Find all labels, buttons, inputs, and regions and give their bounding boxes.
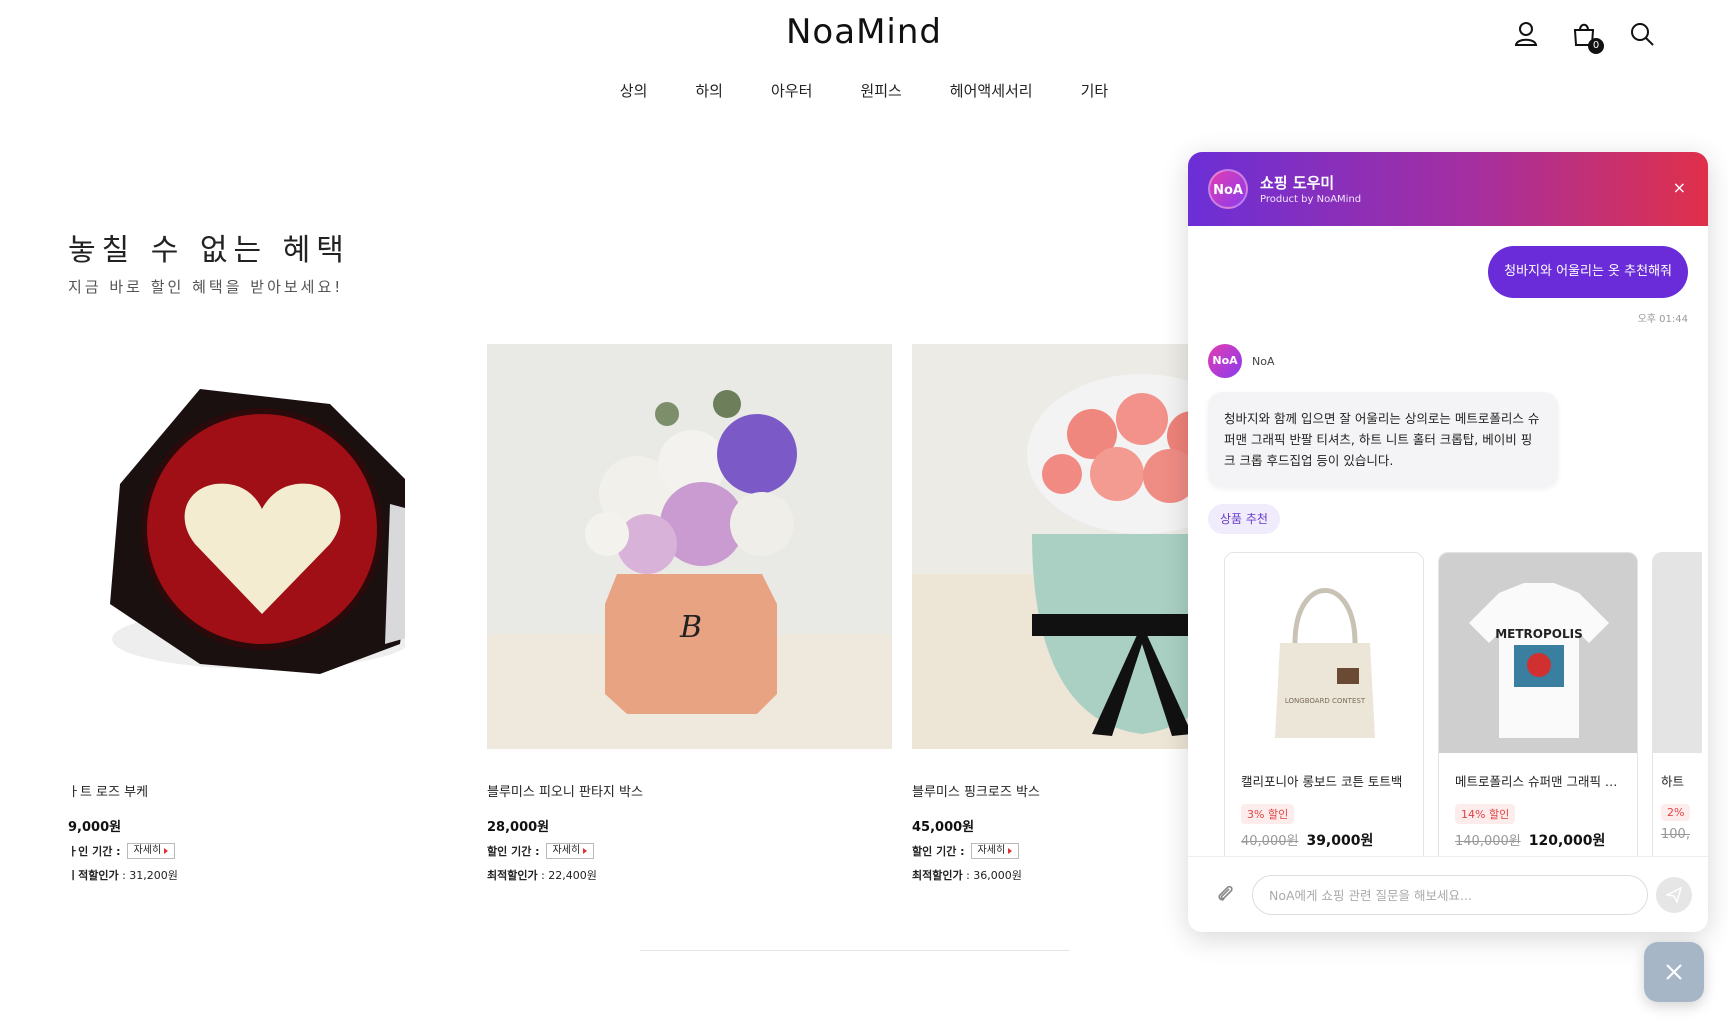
detail-button-label: 자세히: [977, 845, 1006, 856]
nav-item-bottoms[interactable]: 하의: [671, 80, 747, 101]
discount-period-label: 할인 기간 :: [487, 845, 540, 858]
recommended-product-card[interactable]: LONGBOARD CONTEST 캘리포니아 롱보드 코튼 토트백 3% 할인…: [1224, 552, 1424, 856]
discount-badge: 2%: [1661, 804, 1691, 821]
detail-button[interactable]: 자세히: [126, 843, 176, 859]
site-logo[interactable]: NoaMind: [0, 12, 1728, 52]
search-icon[interactable]: [1628, 20, 1656, 48]
discount-badge: 14% 할인: [1455, 804, 1516, 824]
product-image-tote-bag: LONGBOARD CONTEST: [1225, 553, 1423, 753]
header-icons: 0: [1512, 20, 1656, 54]
recommended-product-name[interactable]: 메트로폴리스 슈퍼맨 그래픽 반...: [1439, 753, 1637, 790]
price-row: 100,: [1653, 821, 1702, 842]
nav-item-tops[interactable]: 상의: [596, 80, 672, 101]
bot-header: NoA NoA: [1208, 344, 1274, 378]
recommended-products-carousel[interactable]: LONGBOARD CONTEST 캘리포니아 롱보드 코튼 토트백 3% 할인…: [1224, 552, 1702, 856]
chat-avatar: NoA: [1208, 169, 1248, 209]
original-price: 100,: [1661, 827, 1690, 842]
product-card[interactable]: B 블루미스 피오니 판타지 박스 28,000원 할인 기간 : 자세히 최적…: [487, 344, 892, 883]
best-price-row: 최적할인가 : 22,400원: [487, 867, 892, 883]
caret-right-icon: [164, 848, 169, 854]
shopping-bag-icon[interactable]: 0: [1570, 20, 1604, 54]
shopping-assistant-chat: NoA 쇼핑 도우미 Product by NoAMind × 청바지와 어울리…: [1188, 152, 1708, 932]
svg-text:B: B: [679, 610, 702, 645]
product-image-heart-rose-bouquet[interactable]: [0, 344, 405, 749]
nav-item-etc[interactable]: 기타: [1057, 80, 1133, 101]
section-subtitle: 지금 바로 할인 혜택을 받아보세요!: [68, 278, 344, 296]
price-row: 140,000원 120,000원: [1439, 824, 1637, 850]
chat-message-input[interactable]: [1252, 875, 1648, 915]
recommended-product-card[interactable]: METROPOLIS 메트로폴리스 슈퍼맨 그래픽 반... 14% 할인 14…: [1438, 552, 1638, 856]
bot-avatar: NoA: [1208, 344, 1242, 378]
detail-button[interactable]: 자세히: [970, 843, 1020, 859]
best-price-label: ㅣ적할인가: [68, 869, 119, 882]
best-price-value: : 22,400원: [541, 869, 597, 882]
send-icon: [1666, 887, 1682, 903]
best-price-label: 최적할인가: [912, 869, 963, 882]
discount-period: 할인 기간 : 자세히: [487, 843, 892, 859]
discount-period-label: 할인 기간 :: [912, 845, 965, 858]
discount-period: ㅏ인 기간 : 자세히: [68, 843, 473, 859]
nav-item-outer[interactable]: 아우터: [747, 80, 836, 101]
message-timestamp: 오후 01:44: [1637, 314, 1688, 325]
section-title: 놓칠 수 없는 혜택: [68, 233, 350, 268]
user-message-bubble: 청바지와 어울리는 옷 추천해줘: [1488, 246, 1688, 298]
tote-print-text: LONGBOARD CONTEST: [1285, 697, 1366, 705]
price-row: 40,000원 39,000원: [1225, 824, 1423, 850]
best-price-value: : 31,200원: [122, 869, 178, 882]
send-button[interactable]: [1656, 877, 1692, 913]
discount-badge: 3% 할인: [1241, 804, 1295, 824]
recommended-product-name[interactable]: 캘리포니아 롱보드 코튼 토트백: [1225, 753, 1423, 790]
product-name[interactable]: ㅏ트 로즈 부케: [68, 781, 473, 800]
nav-item-dress[interactable]: 원피스: [836, 80, 925, 101]
original-price: 40,000원: [1241, 834, 1299, 849]
close-icon[interactable]: ×: [1673, 180, 1686, 196]
recommended-product-name[interactable]: 하트: [1653, 753, 1702, 790]
user-icon[interactable]: [1512, 20, 1540, 48]
section-divider: [640, 950, 1070, 951]
attachment-clip-icon[interactable]: [1214, 883, 1236, 905]
detail-button[interactable]: 자세히: [545, 843, 595, 859]
chat-input-bar: [1188, 856, 1708, 932]
caret-right-icon: [1008, 848, 1013, 854]
recommendation-tag: 상품 추천: [1208, 504, 1280, 534]
sale-price: 120,000원: [1528, 833, 1606, 849]
bot-name: NoA: [1252, 354, 1275, 368]
tshirt-print-text: METROPOLIS: [1495, 627, 1583, 641]
product-image-peony-box[interactable]: B: [487, 344, 892, 749]
best-price-value: : 36,000원: [966, 869, 1022, 882]
product-image-graphic-tshirt: METROPOLIS: [1439, 553, 1637, 753]
chat-header: NoA 쇼핑 도우미 Product by NoAMind ×: [1188, 152, 1708, 226]
discount-period-label: ㅏ인 기간 :: [68, 845, 121, 858]
product-price: 28,000원: [487, 820, 550, 835]
best-price-row: ㅣ적할인가 : 31,200원: [68, 867, 473, 883]
best-price-label: 최적할인가: [487, 869, 538, 882]
product-image-partial: [1653, 553, 1702, 753]
caret-right-icon: [583, 848, 588, 854]
detail-button-label: 자세히: [552, 845, 581, 856]
product-name[interactable]: 블루미스 피오니 판타지 박스: [487, 781, 892, 800]
chat-subtitle: Product by NoAMind: [1260, 194, 1362, 205]
original-price: 140,000원: [1455, 834, 1521, 849]
nav-item-hair-accessory[interactable]: 헤어액세서리: [926, 80, 1057, 101]
recommended-product-card[interactable]: 하트 2% 100,: [1652, 552, 1702, 856]
cart-count-badge: 0: [1588, 38, 1604, 54]
chat-messages[interactable]: 청바지와 어울리는 옷 추천해줘 오후 01:44 NoA NoA 청바지와 함…: [1188, 226, 1708, 856]
bot-message-bubble: 청바지와 함께 입으면 잘 어울리는 상의로는 메트로폴리스 슈퍼맨 그래픽 반…: [1208, 392, 1558, 487]
sale-price: 39,000원: [1306, 833, 1374, 849]
close-icon: [1666, 964, 1682, 980]
chat-toggle-button[interactable]: [1644, 942, 1704, 1002]
chat-title: 쇼핑 도우미: [1260, 174, 1335, 192]
detail-button-label: 자세히: [133, 845, 162, 856]
main-nav: 상의 하의 아우터 원피스 헤어액세서리 기타: [0, 80, 1728, 101]
product-price: 9,000원: [68, 820, 122, 835]
product-card[interactable]: ㅏ트 로즈 부케 9,000원 ㅏ인 기간 : 자세히 ㅣ적할인가 : 31,2…: [0, 344, 473, 883]
